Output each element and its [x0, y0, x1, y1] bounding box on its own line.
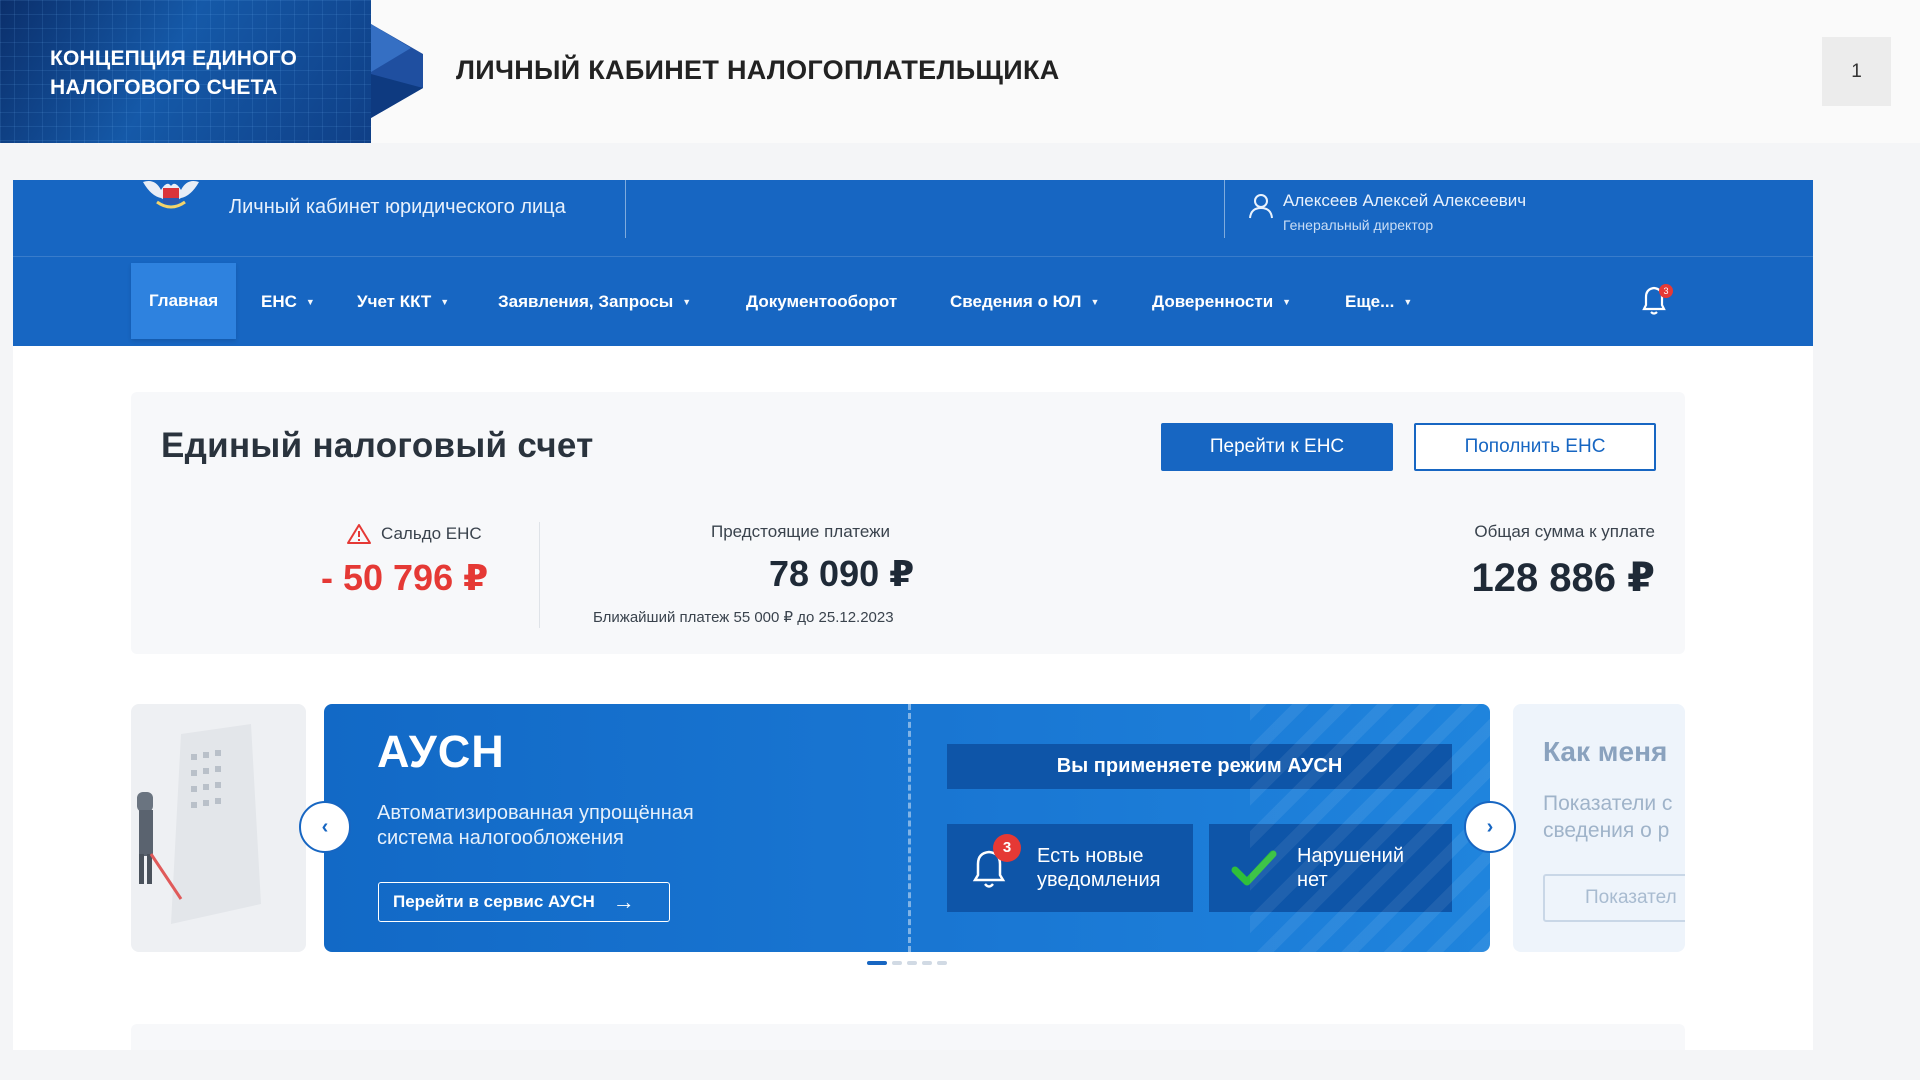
carousel-card-prev[interactable]: [131, 704, 306, 952]
nav-item-documents[interactable]: Документооборот: [746, 257, 897, 347]
chevron-down-icon: ▼: [440, 297, 450, 307]
notifications-button[interactable]: 3: [1638, 283, 1678, 319]
next-payment-info: Ближайший платеж 55 000 ₽ до 25.12.2023: [593, 609, 894, 626]
ausn-title: АУСН: [377, 726, 505, 777]
nav-item-label: Главная: [149, 291, 219, 310]
chevron-down-icon: ▼: [682, 297, 692, 307]
upcoming-payments-label: Предстоящие платежи: [711, 522, 891, 541]
nav-item-ens[interactable]: ЕНС ▼: [261, 257, 315, 347]
go-to-ausn-label: Перейти в сервис АУСН: [393, 892, 595, 911]
saldo-label: Сальдо ЕНС: [346, 523, 482, 545]
main-nav: Главная ЕНС ▼ Учет ККТ ▼ Заявления, Запр…: [13, 256, 1813, 346]
chevron-down-icon: ▼: [1090, 297, 1100, 307]
regime-status: Вы применяете режим АУСН: [947, 744, 1452, 789]
carousel-prev-button[interactable]: ‹: [299, 801, 351, 853]
slide-badge-title: КОНЦЕПЦИЯ ЕДИНОГО НАЛОГОВОГО СЧЕТА: [50, 47, 298, 99]
next-card-title: Как меня: [1543, 736, 1668, 767]
no-violations-label: Нарушений нет: [1297, 845, 1405, 891]
page-number: 1: [1822, 37, 1891, 106]
nav-item-kkt[interactable]: Учет ККТ ▼: [357, 257, 449, 347]
nav-item-label: Еще...: [1345, 292, 1395, 311]
carousel-next-button[interactable]: ›: [1464, 801, 1516, 853]
user-icon[interactable]: [1247, 192, 1275, 220]
new-notifications-tile[interactable]: 3 Есть новые уведомления: [947, 824, 1193, 912]
next-card-button[interactable]: Показател: [1543, 874, 1685, 922]
nav-item-company-info[interactable]: Сведения о ЮЛ ▼: [950, 257, 1099, 347]
user-role: Генеральный директор: [1283, 217, 1434, 233]
topbar-divider: [625, 180, 626, 238]
chevron-right-icon: ›: [1486, 815, 1494, 838]
total-due-label: Общая сумма к уплате: [1474, 522, 1655, 541]
total-due-value: 128 886 ₽: [1471, 556, 1655, 600]
upcoming-payments-value: 78 090 ₽: [769, 553, 915, 594]
carousel-dot[interactable]: [907, 961, 917, 965]
badge-accent-shape: [371, 24, 423, 118]
nav-item-label: Заявления, Запросы: [498, 292, 674, 311]
topbar: Личный кабинет юридического лица Алексее…: [13, 180, 1813, 256]
chevron-down-icon: ▼: [305, 297, 315, 307]
go-to-ausn-button[interactable]: Перейти в сервис АУСН →: [378, 882, 670, 922]
no-violations-tile: Нарушений нет: [1209, 824, 1452, 912]
carousel-card-next[interactable]: Как меня Показатели с сведения о р Показ…: [1513, 704, 1685, 952]
chevron-left-icon: ‹: [321, 815, 329, 838]
arrow-right-icon: →: [612, 889, 635, 914]
businessman-illustration: [137, 724, 261, 924]
ens-card: Единый налоговый счет Перейти к ЕНС Попо…: [131, 392, 1685, 654]
carousel-dot[interactable]: [937, 961, 947, 965]
warning-icon: [347, 524, 371, 544]
topbar-divider: [1224, 180, 1225, 238]
carousel-dot[interactable]: [892, 961, 902, 965]
slide-title: ЛИЧНЫЙ КАБИНЕТ НАЛОГОПЛАТЕЛЬЩИКА: [456, 55, 1060, 85]
chevron-down-icon: ▼: [1282, 297, 1292, 307]
emblem-icon: [143, 181, 199, 209]
nav-item-more[interactable]: Еще... ▼: [1345, 257, 1412, 347]
nav-item-label: Учет ККТ: [357, 292, 432, 311]
go-to-ens-button[interactable]: Перейти к ЕНС: [1161, 423, 1393, 471]
new-notifications-label: Есть новые уведомления: [1037, 845, 1161, 891]
saldo-value: - 50 796 ₽: [321, 557, 489, 598]
dashed-divider: [908, 704, 911, 952]
checkmark-icon: [1231, 850, 1277, 886]
nav-item-main[interactable]: Главная: [131, 263, 237, 339]
slide-badge: КОНЦЕПЦИЯ ЕДИНОГО НАЛОГОВОГО СЧЕТА: [0, 0, 371, 143]
nav-item-label: Документооборот: [746, 292, 898, 311]
cabinet-title: Личный кабинет юридического лица: [229, 196, 566, 218]
notification-count: 3: [1663, 286, 1668, 296]
nav-item-label: Доверенности: [1152, 292, 1274, 311]
ausn-description: Автоматизированная упрощённая система на…: [377, 802, 694, 849]
ens-title: Единый налоговый счет: [161, 426, 594, 465]
ausn-banner: АУСН Автоматизированная упрощённая систе…: [324, 704, 1490, 952]
app-window: Личный кабинет юридического лица Алексее…: [13, 180, 1813, 1050]
carousel-pagination: [867, 961, 947, 965]
carousel-dot[interactable]: [922, 961, 932, 965]
divider: [539, 522, 540, 628]
user-name[interactable]: Алексеев Алексей Алексеевич: [1283, 191, 1526, 211]
chevron-down-icon: ▼: [1403, 297, 1413, 307]
topup-ens-button[interactable]: Пополнить ЕНС: [1414, 423, 1656, 471]
next-card-text: Показатели с сведения о р: [1543, 792, 1673, 842]
next-section-card: [131, 1024, 1685, 1050]
nav-item-powers-of-attorney[interactable]: Доверенности ▼: [1152, 257, 1291, 347]
saldo-label-text: Сальдо ЕНС: [381, 524, 482, 543]
nav-item-requests[interactable]: Заявления, Запросы ▼: [498, 257, 691, 347]
nav-item-label: Сведения о ЮЛ: [950, 292, 1082, 311]
slide-header: КОНЦЕПЦИЯ ЕДИНОГО НАЛОГОВОГО СЧЕТА ЛИЧНЫ…: [0, 0, 1920, 143]
bell-icon: 3: [1642, 284, 1673, 315]
nav-item-label: ЕНС: [261, 292, 297, 311]
carousel-dot[interactable]: [867, 961, 887, 965]
notifications-count-badge: 3: [993, 834, 1021, 862]
